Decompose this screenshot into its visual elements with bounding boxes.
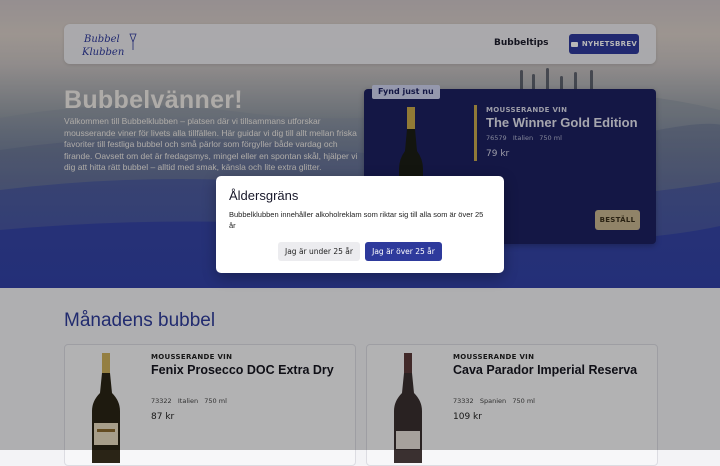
over-25-button[interactable]: Jag är över 25 år <box>365 242 442 261</box>
dialog-title: Åldersgräns <box>229 188 299 203</box>
under-25-button[interactable]: Jag är under 25 år <box>278 242 360 261</box>
dialog-text: Bubbelklubben innehåller alkoholreklam s… <box>229 210 484 230</box>
age-gate-dialog: Åldersgräns Bubbelklubben innehåller alk… <box>216 176 504 273</box>
